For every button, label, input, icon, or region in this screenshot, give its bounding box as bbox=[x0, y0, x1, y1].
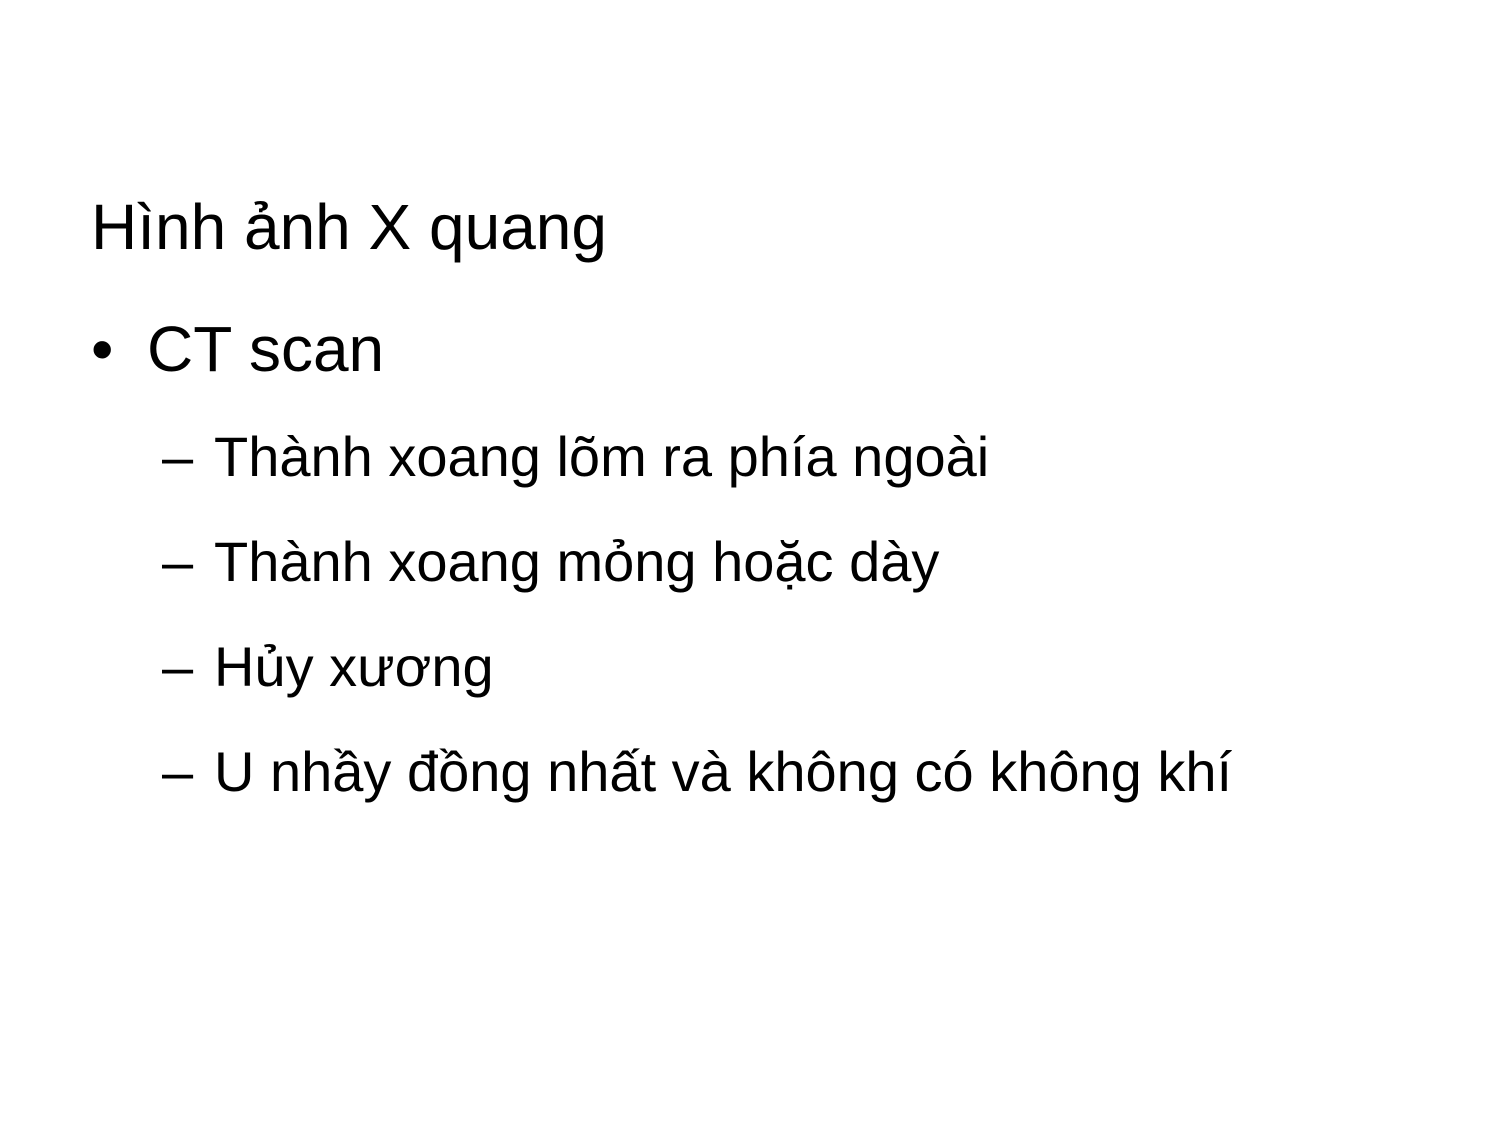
dash-marker: – bbox=[162, 425, 194, 488]
dash-marker: – bbox=[162, 635, 194, 698]
sub-item-text: Hủy xương bbox=[214, 635, 494, 698]
bullet-item: • CT scan bbox=[91, 312, 384, 386]
dash-marker: – bbox=[162, 740, 194, 803]
sub-item: – Hủy xương bbox=[162, 635, 494, 699]
bullet-text: CT scan bbox=[147, 313, 385, 385]
slide-title: Hình ảnh X quang bbox=[91, 191, 607, 263]
sub-item-text: Thành xoang mỏng hoặc dày bbox=[214, 530, 940, 593]
sub-item: – U nhầy đồng nhất và không có không khí bbox=[162, 740, 1232, 804]
slide: Hình ảnh X quang • CT scan – Thành xoang l… bbox=[0, 0, 1500, 1125]
sub-item-text: U nhầy đồng nhất và không có không khí bbox=[214, 740, 1233, 803]
sub-item: – Thành xoang mỏng hoặc dày bbox=[162, 530, 939, 594]
dash-marker: – bbox=[162, 530, 194, 593]
sub-item: – Thành xoang lõm ra phía ngoài bbox=[162, 425, 989, 489]
bullet-marker: • bbox=[91, 313, 114, 385]
sub-item-text: Thành xoang lõm ra phía ngoài bbox=[214, 425, 990, 488]
